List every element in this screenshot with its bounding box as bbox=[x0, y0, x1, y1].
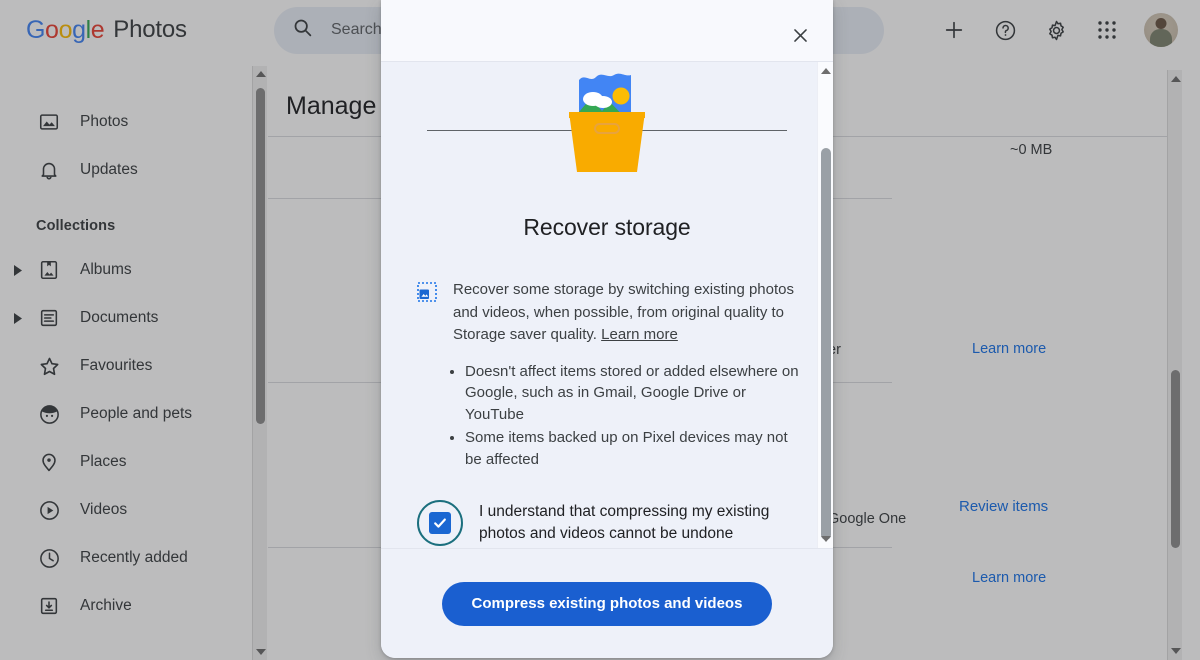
dialog-description: Recover some storage by switching existi… bbox=[453, 279, 807, 347]
dialog-description-row: Recover some storage by switching existi… bbox=[407, 279, 807, 347]
recover-storage-dialog: Recover storage Recover some storage by … bbox=[381, 0, 833, 658]
acknowledgement-checkbox-row[interactable]: I understand that compressing my existin… bbox=[417, 500, 807, 546]
dialog-title: Recover storage bbox=[523, 214, 691, 240]
dialog-scrollbar[interactable] bbox=[817, 62, 833, 548]
scroll-down-arrow[interactable] bbox=[821, 536, 831, 542]
compress-button[interactable]: Compress existing photos and videos bbox=[441, 581, 773, 626]
dialog-bullet-list: Doesn't affect items stored or added els… bbox=[465, 361, 807, 471]
learn-more-link[interactable]: Learn more bbox=[601, 326, 678, 343]
dialog-body: Recover storage Recover some storage by … bbox=[381, 62, 833, 548]
illustration-area bbox=[407, 62, 807, 194]
dialog-header bbox=[381, 0, 833, 62]
checkbox-input[interactable] bbox=[429, 512, 451, 534]
close-icon[interactable] bbox=[783, 18, 817, 52]
screen: Google Photos Search Photos Updates Coll… bbox=[0, 0, 1200, 660]
bullet-item: Doesn't affect items stored or added els… bbox=[465, 361, 807, 426]
scrollbar-thumb[interactable] bbox=[821, 148, 831, 540]
dialog-footer: Compress existing photos and videos bbox=[381, 548, 833, 658]
scroll-up-arrow[interactable] bbox=[821, 68, 831, 74]
compress-image-icon bbox=[417, 282, 437, 347]
checkbox-label: I understand that compressing my existin… bbox=[479, 503, 770, 542]
checkbox-focus-ring[interactable] bbox=[417, 500, 463, 546]
bullet-item: Some items backed up on Pixel devices ma… bbox=[465, 427, 807, 470]
check-icon bbox=[434, 518, 446, 528]
dialog-content: Recover storage Recover some storage by … bbox=[381, 62, 833, 548]
storage-box-photo-illustration bbox=[557, 68, 657, 179]
